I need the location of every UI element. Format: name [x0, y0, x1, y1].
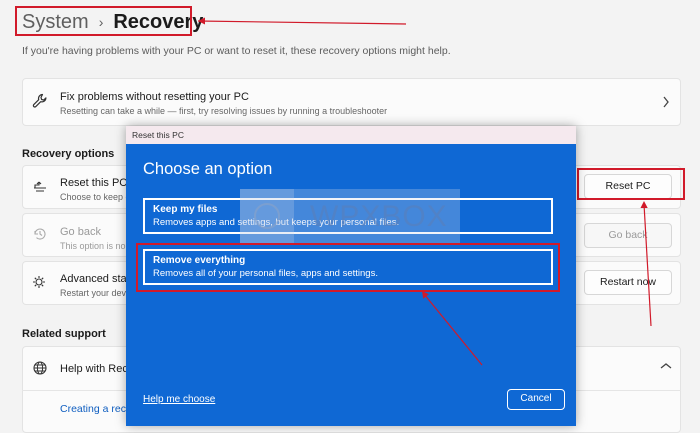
annotation-arrow-title	[197, 20, 407, 25]
annotation-arrowhead-reset	[640, 201, 648, 208]
annotation-arrowhead-title	[198, 17, 205, 25]
annotation-arrow-reset	[643, 203, 652, 327]
annotation-arrowhead-remove	[422, 291, 429, 299]
annotation-arrow-remove	[423, 293, 483, 366]
annotation-arrows	[197, 17, 652, 366]
